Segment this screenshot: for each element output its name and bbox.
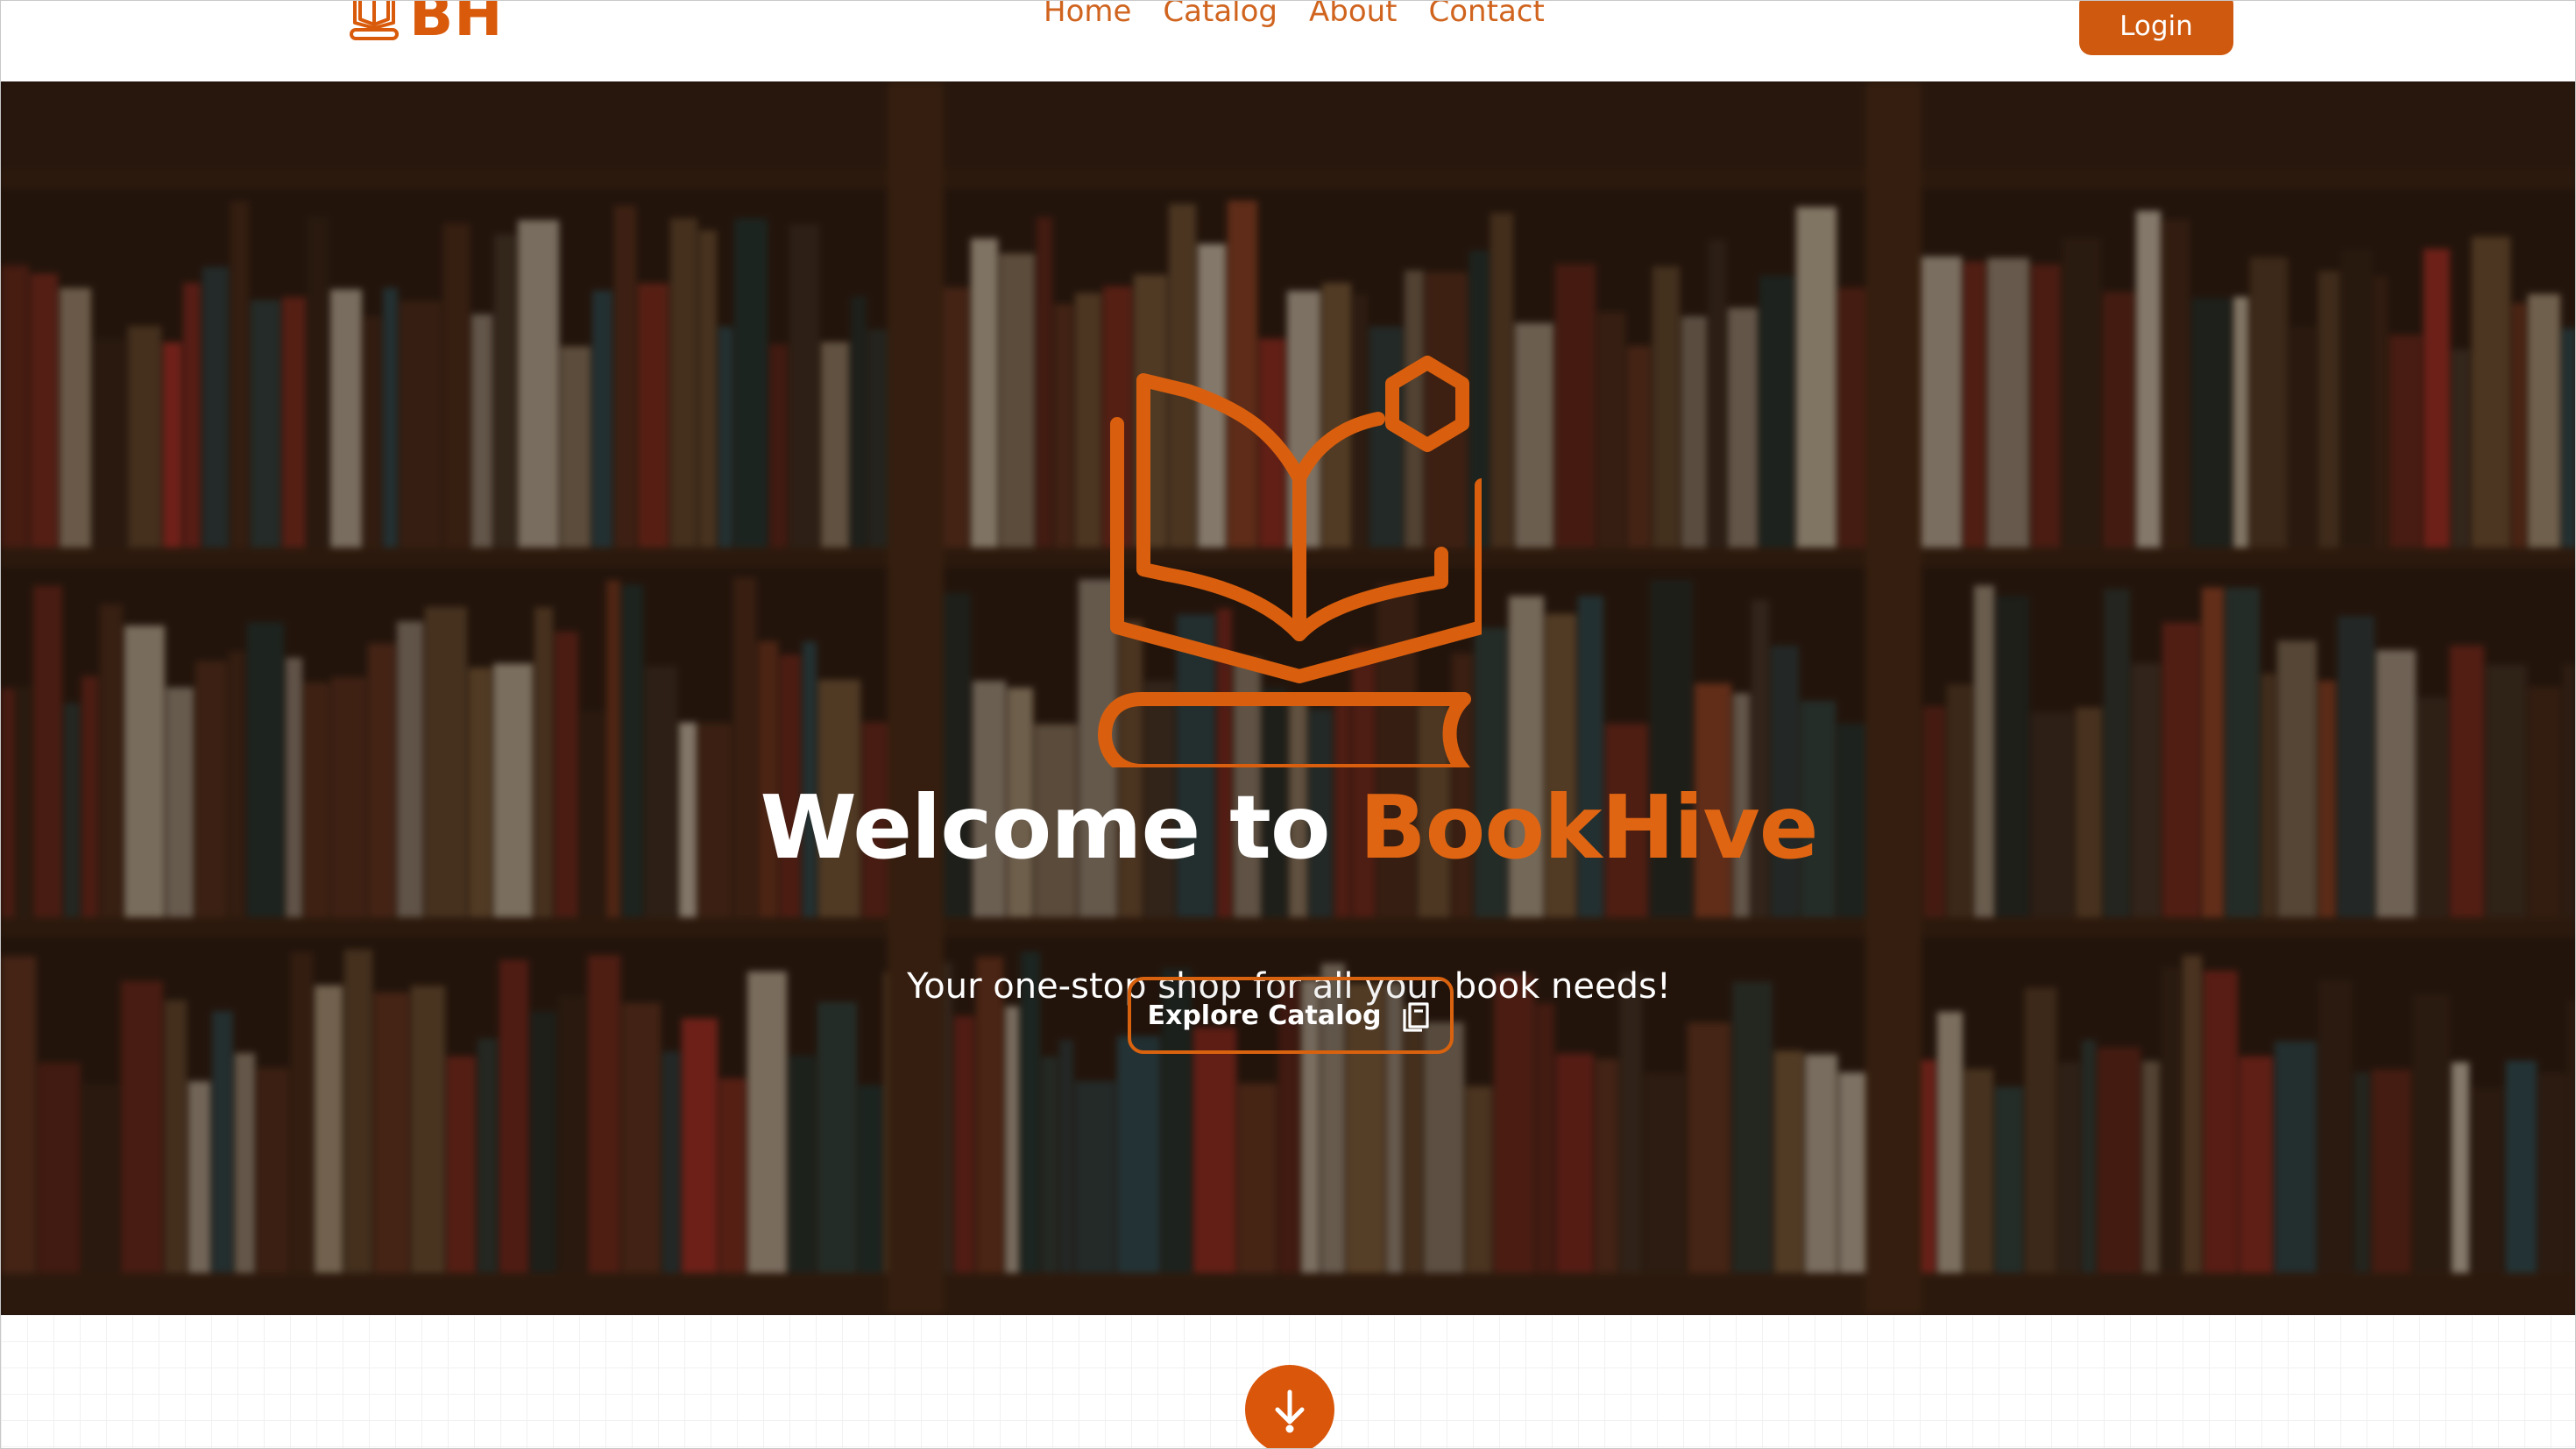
- copy-icon: [1402, 1002, 1429, 1032]
- hero-title-prefix: Welcome to: [760, 776, 1330, 879]
- hero-section: Welcome to BookHive Your one-stop shop f…: [1, 81, 2575, 1315]
- hero-title: Welcome to BookHive: [1, 775, 2575, 880]
- scroll-down-button[interactable]: [1245, 1365, 1334, 1448]
- explore-catalog-button[interactable]: Explore Catalog: [1128, 977, 1454, 1054]
- nav-about[interactable]: About: [1309, 1, 1398, 29]
- site-logo[interactable]: BH: [346, 0, 504, 49]
- explore-catalog-label: Explore Catalog: [1147, 1000, 1382, 1031]
- nav-catalog[interactable]: Catalog: [1163, 1, 1277, 29]
- site-header: BH Home Catalog About Contact Login: [1, 0, 2575, 81]
- main-nav: Home Catalog About Contact: [1044, 1, 1545, 29]
- nav-home[interactable]: Home: [1044, 1, 1131, 29]
- login-button[interactable]: Login: [2079, 1, 2233, 55]
- browser-viewport: BH Home Catalog About Contact Login Welc…: [0, 0, 2576, 1449]
- hero-title-brand: BookHive: [1359, 776, 1818, 879]
- open-book-hexagon-icon: [1098, 356, 1482, 767]
- book-stack-icon: [350, 1, 399, 40]
- nav-contact[interactable]: Contact: [1429, 1, 1545, 29]
- hero-content: Welcome to BookHive Your one-stop shop f…: [1, 81, 2575, 1315]
- logo-text: BH: [409, 0, 504, 49]
- arrow-down-icon: [1275, 1389, 1305, 1433]
